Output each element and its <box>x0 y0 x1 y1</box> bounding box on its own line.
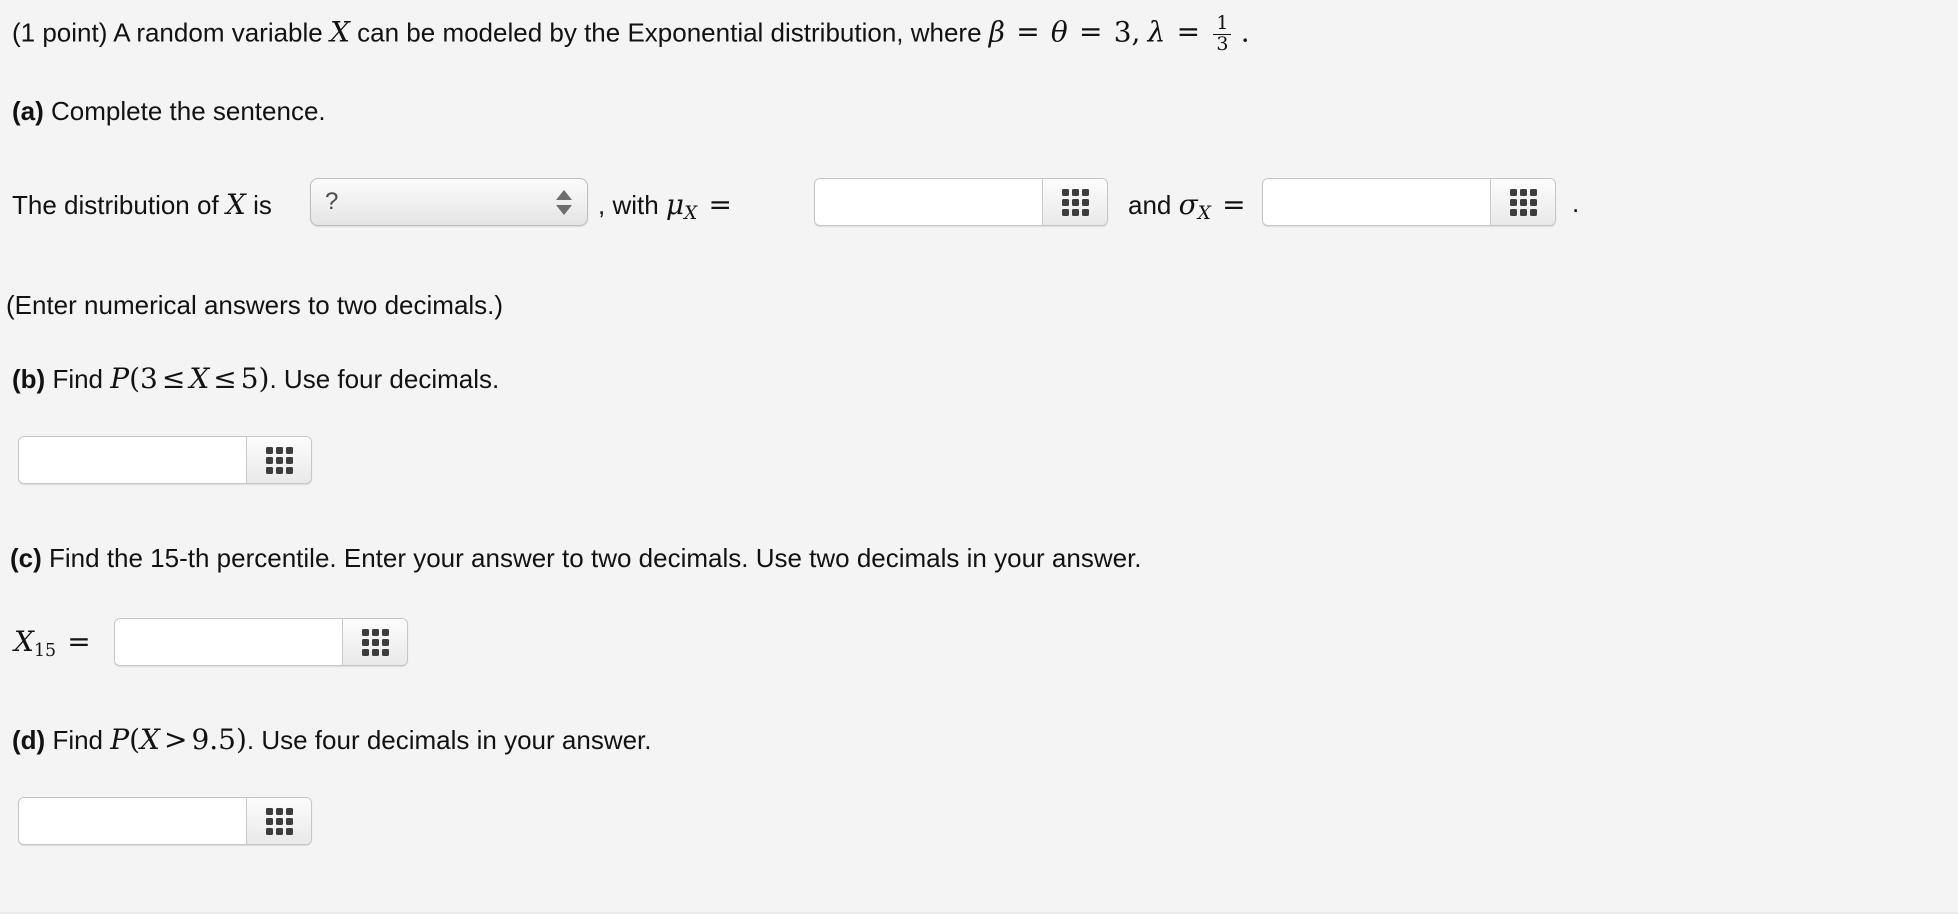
theta-symbol: θ <box>1050 15 1068 49</box>
problem-statement: (1 point) A random variable X can be mod… <box>12 12 1250 55</box>
part-d-keypad-button[interactable] <box>246 798 311 844</box>
equals-sign-1: = <box>1016 15 1040 49</box>
part-d-greater-than: > <box>163 723 188 756</box>
part-a-label: (a) <box>12 96 44 126</box>
sentence-prefix-text: The distribution of <box>12 190 219 220</box>
part-d-prob-variable: X <box>140 723 160 756</box>
and-sigma-label: and σX = <box>1128 188 1250 225</box>
mu-symbol: μX <box>665 188 698 225</box>
random-variable-x: X <box>329 15 350 49</box>
part-c-variable-label: X15 = <box>14 625 95 662</box>
mu-equals-sign: = <box>708 188 732 221</box>
sentence-trailing-period: . <box>1572 188 1580 218</box>
statement-period: . <box>1240 15 1250 49</box>
distribution-type-selected-value: ? <box>325 188 339 215</box>
part-d-label: (d) <box>12 725 46 755</box>
part-d-find-word: Find <box>52 725 104 755</box>
part-b-prob-variable: X <box>189 362 210 395</box>
beta-symbol: β <box>988 15 1005 49</box>
part-c-text: Find the 15-th percentile. Enter your an… <box>49 543 1142 573</box>
sigma-answer-field[interactable] <box>1262 178 1556 226</box>
part-d-prob-close: 9.5) <box>191 723 247 756</box>
keypad-grid-icon <box>265 446 293 474</box>
problem-page: (1 point) A random variable X can be mod… <box>0 0 1958 914</box>
sigma-subscript: X <box>1197 203 1211 225</box>
part-b-find-word: Find <box>52 364 104 394</box>
part-c-input[interactable] <box>115 619 342 665</box>
keypad-grid-icon <box>361 628 389 656</box>
part-d-input[interactable] <box>19 798 246 844</box>
sigma-equals-sign: = <box>1222 188 1246 221</box>
part-a-note: (Enter numerical answers to two decimals… <box>6 290 504 320</box>
select-stepper[interactable] <box>547 189 587 215</box>
mu-subscript: X <box>684 203 698 225</box>
x15-symbol: X15 <box>14 625 57 661</box>
part-b-keypad-button[interactable] <box>246 437 311 483</box>
points-label: (1 point) <box>12 17 108 48</box>
equals-sign-3: = <box>1176 15 1201 49</box>
keypad-grid-icon <box>265 807 293 835</box>
part-d-answer-field[interactable] <box>18 797 312 845</box>
sentence-is-text: is <box>253 190 272 220</box>
sentence-variable-x: X <box>225 188 246 221</box>
part-b-input[interactable] <box>19 437 246 483</box>
part-a-heading: (a) Complete the sentence. <box>12 96 326 127</box>
fraction-denominator: 3 <box>1213 33 1232 55</box>
part-d-probability-p: P <box>110 723 130 756</box>
sigma-symbol: σX <box>1178 188 1211 225</box>
part-b-label: (b) <box>12 364 46 394</box>
part-b-tail-text: . Use four decimals. <box>269 364 500 394</box>
part-b-answer-field[interactable] <box>18 436 312 484</box>
part-c-answer-field[interactable] <box>114 618 408 666</box>
mu-answer-field[interactable] <box>814 178 1108 226</box>
part-a-text: Complete the sentence. <box>51 96 326 126</box>
part-b-less-equal-1: ≤ <box>161 362 186 395</box>
part-d-heading: (d) Find P(X >9.5). Use four decimals in … <box>12 723 652 757</box>
equals-sign-2: = <box>1079 15 1103 49</box>
x15-equals-sign: = <box>67 625 91 658</box>
mu-input[interactable] <box>815 179 1042 225</box>
keypad-grid-icon <box>1509 188 1537 216</box>
lambda-symbol: λ <box>1147 15 1166 49</box>
stepper-up-arrow-icon[interactable] <box>556 189 572 200</box>
part-a-sentence-prefix: The distribution of X is <box>12 188 272 222</box>
part-b-heading: (b) Find P(3 ≤ X ≤5). Use four decimals. <box>12 362 499 396</box>
beta-theta-value: 3, <box>1113 15 1141 49</box>
x15-subscript: 15 <box>33 640 57 661</box>
mu-keypad-button[interactable] <box>1042 179 1107 225</box>
intro-text-2: can be modeled by the Exponential distri… <box>357 17 982 48</box>
comma-with-text: , with <box>598 190 659 220</box>
intro-text-1: A random variable <box>113 17 323 48</box>
part-c-heading: (c) Find the 15-th percentile. Enter you… <box>10 543 1142 574</box>
distribution-type-select[interactable]: ? <box>310 178 588 226</box>
stepper-down-arrow-icon[interactable] <box>556 204 572 215</box>
part-d-tail-text: . Use four decimals in your answer. <box>246 725 652 755</box>
fraction-numerator: 1 <box>1216 12 1229 34</box>
part-c-label: (c) <box>10 543 42 573</box>
sigma-keypad-button[interactable] <box>1490 179 1555 225</box>
part-b-less-equal-2: ≤ <box>213 362 237 395</box>
keypad-grid-icon <box>1061 188 1089 216</box>
part-b-probability-p: P <box>110 362 130 395</box>
sigma-input[interactable] <box>1263 179 1490 225</box>
lambda-fraction: 1 3 <box>1213 12 1232 55</box>
part-c-keypad-button[interactable] <box>342 619 407 665</box>
part-d-prob-open: ( <box>129 723 141 756</box>
with-mu-label: , with μX = <box>598 188 736 225</box>
and-text: and <box>1128 190 1172 220</box>
part-b-prob-close: 5) <box>240 362 270 395</box>
part-b-prob-open: (3 <box>129 362 158 395</box>
